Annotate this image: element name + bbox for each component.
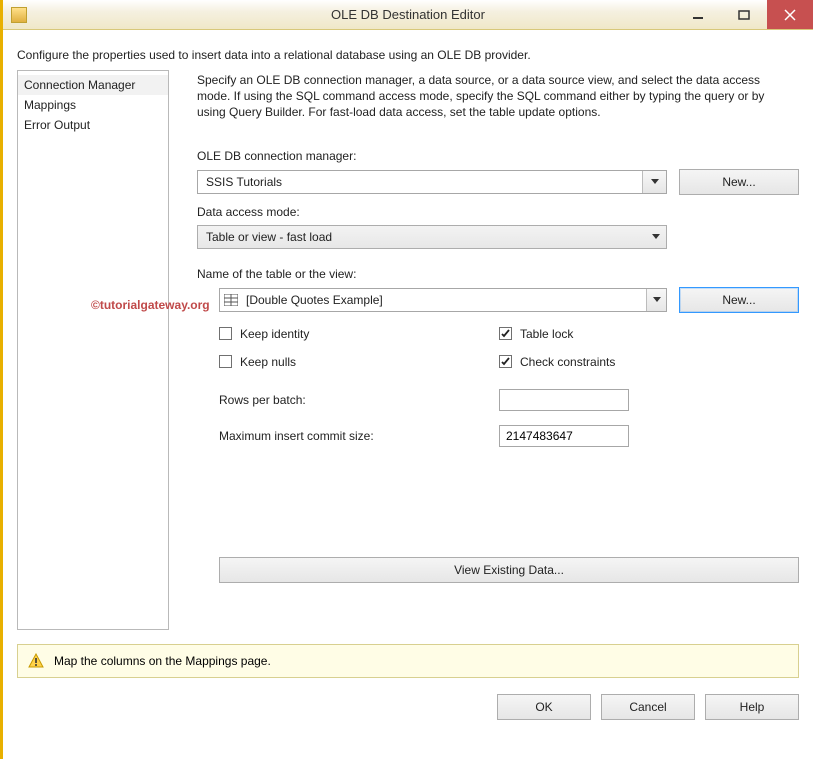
sidebar-item-mappings[interactable]: Mappings [18, 95, 168, 115]
main-panel: ©tutorialgateway.org Specify an OLE DB c… [169, 70, 799, 630]
data-access-mode-combo[interactable]: Table or view - fast load [197, 225, 667, 249]
warning-icon [28, 653, 44, 669]
conn-manager-label: OLE DB connection manager: [197, 149, 799, 163]
title-bar: OLE DB Destination Editor [3, 0, 813, 30]
ok-button[interactable]: OK [497, 694, 591, 720]
data-access-mode-value: Table or view - fast load [198, 230, 646, 244]
checkbox-icon [499, 327, 512, 340]
max-commit-input[interactable] [499, 425, 629, 447]
rows-per-batch-label: Rows per batch: [219, 393, 499, 407]
keep-identity-label: Keep identity [240, 327, 309, 341]
keep-nulls-label: Keep nulls [240, 355, 296, 369]
conn-manager-combo[interactable]: SSIS Tutorials [197, 170, 667, 194]
check-constraints-label: Check constraints [520, 355, 615, 369]
keep-nulls-checkbox[interactable]: Keep nulls [219, 355, 499, 369]
checkbox-icon [219, 355, 232, 368]
table-name-value: [Double Quotes Example] [238, 293, 646, 307]
close-icon [784, 9, 796, 21]
table-name-combo[interactable]: [Double Quotes Example] [219, 288, 667, 312]
table-lock-label: Table lock [520, 327, 573, 341]
window-controls [675, 0, 813, 29]
close-button[interactable] [767, 0, 813, 29]
chevron-down-icon [646, 226, 666, 248]
subtitle: Configure the properties used to insert … [3, 30, 813, 70]
sidebar-item-error-output[interactable]: Error Output [18, 115, 168, 135]
status-message: Map the columns on the Mappings page. [54, 654, 271, 668]
maximize-button[interactable] [721, 0, 767, 29]
app-icon [11, 7, 27, 23]
maximize-icon [738, 9, 750, 21]
check-constraints-checkbox[interactable]: Check constraints [499, 355, 615, 369]
conn-manager-value: SSIS Tutorials [198, 175, 642, 189]
table-new-button[interactable]: New... [679, 287, 799, 313]
sidebar-item-connection-manager[interactable]: Connection Manager [18, 75, 168, 95]
view-existing-data-button[interactable]: View Existing Data... [219, 557, 799, 583]
chevron-down-icon [642, 171, 666, 193]
sidebar: Connection Manager Mappings Error Output [17, 70, 169, 630]
dialog-buttons: OK Cancel Help [3, 678, 813, 720]
checkbox-icon [219, 327, 232, 340]
minimize-icon [692, 9, 704, 21]
conn-manager-new-button[interactable]: New... [679, 169, 799, 195]
data-access-mode-label: Data access mode: [197, 205, 799, 219]
checkbox-icon [499, 355, 512, 368]
max-commit-label: Maximum insert commit size: [219, 429, 499, 443]
rows-per-batch-input[interactable] [499, 389, 629, 411]
status-bar: Map the columns on the Mappings page. [17, 644, 799, 678]
chevron-down-icon [646, 289, 666, 311]
minimize-button[interactable] [675, 0, 721, 29]
table-name-label: Name of the table or the view: [197, 267, 799, 281]
table-icon [224, 294, 238, 306]
panel-description: Specify an OLE DB connection manager, a … [197, 70, 799, 121]
cancel-button[interactable]: Cancel [601, 694, 695, 720]
help-button[interactable]: Help [705, 694, 799, 720]
table-lock-checkbox[interactable]: Table lock [499, 327, 615, 341]
keep-identity-checkbox[interactable]: Keep identity [219, 327, 499, 341]
